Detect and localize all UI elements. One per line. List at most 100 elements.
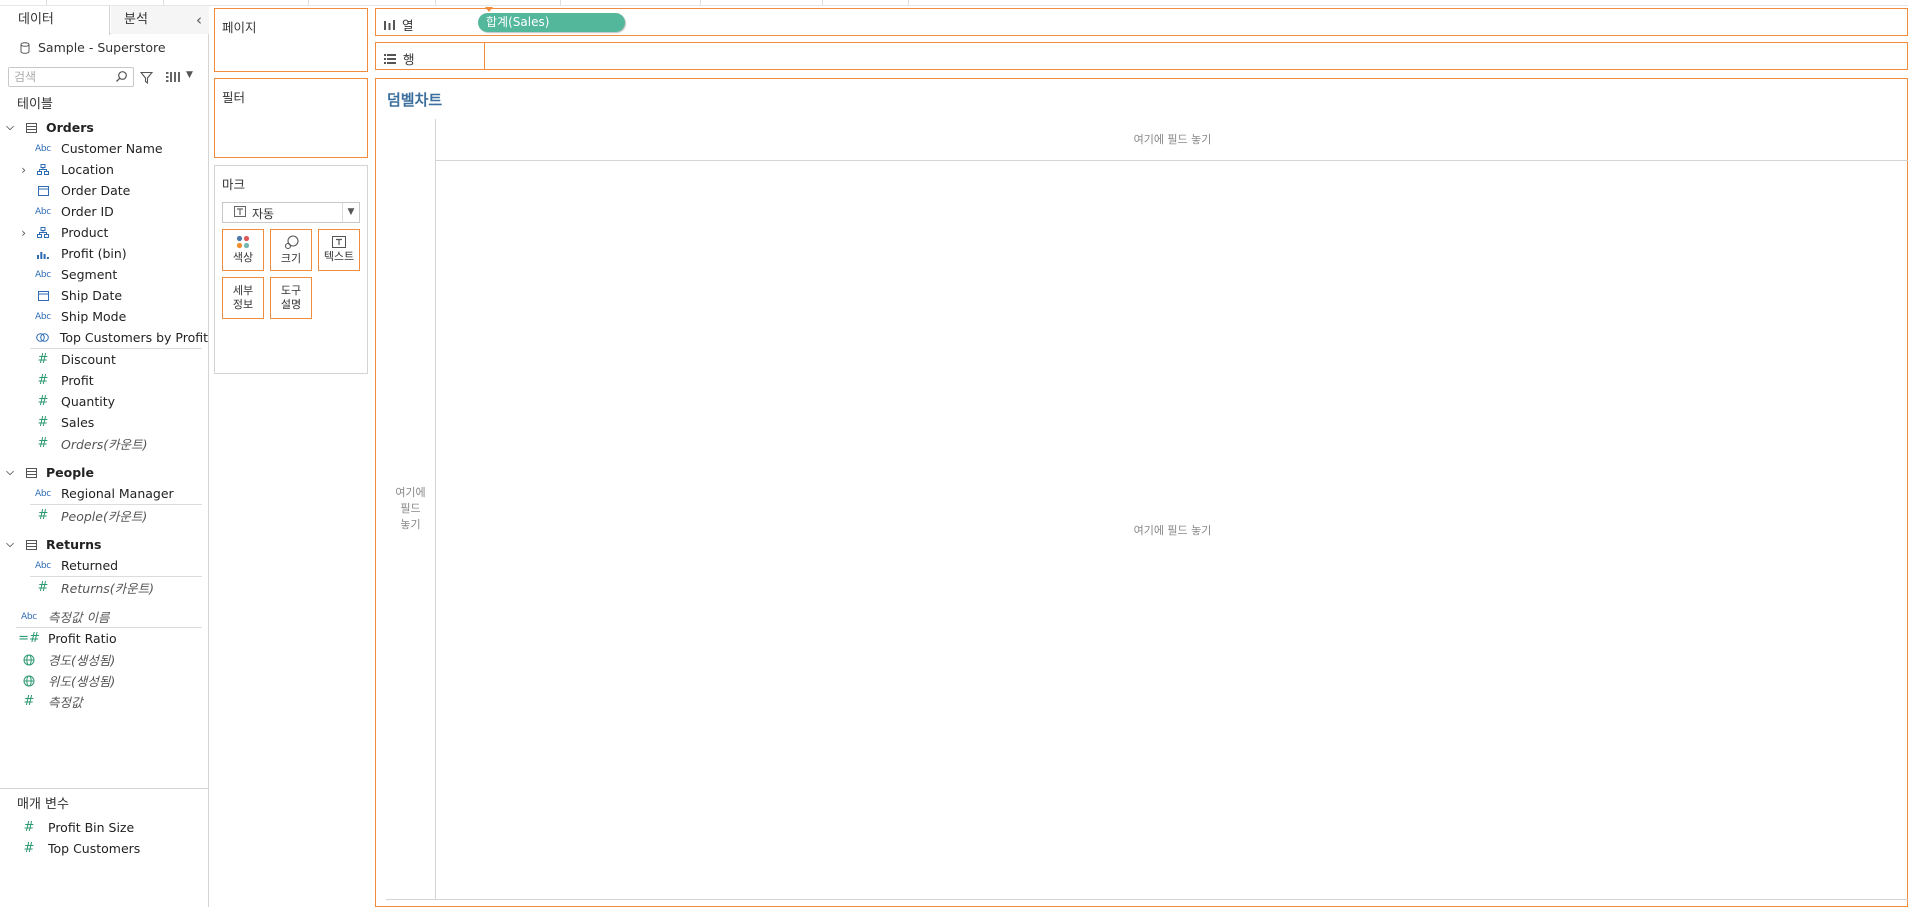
field-item[interactable]: # Quantity [0, 391, 208, 412]
field-item[interactable]: Top Customers by Profit [0, 327, 208, 348]
expand-icon[interactable]: › [0, 163, 30, 177]
field-item[interactable]: 경도(생성됨) [0, 649, 208, 670]
filters-card-title: 필터 [222, 90, 246, 105]
tab-analytics[interactable]: 분석 ‹ [111, 6, 209, 34]
parameters-list: # Profit Bin Size # Top Customers [0, 817, 208, 859]
size-button[interactable]: 크기 [270, 229, 312, 271]
field-item[interactable]: # Discount [0, 349, 208, 370]
field-name: Ship Date [61, 288, 123, 303]
view-drop-zone[interactable]: 여기에 필드 놓기 [436, 161, 1908, 899]
field-item[interactable]: =# Profit Ratio [0, 628, 208, 649]
globe-icon [23, 654, 35, 665]
rows-label: 행 [403, 52, 415, 67]
collapse-icon[interactable]: ⌵ [0, 467, 20, 478]
abc-icon: Abc [35, 269, 51, 280]
filters-card[interactable]: 필터 [214, 78, 368, 158]
field-item[interactable]: # Returns(카운트) [0, 577, 208, 598]
field-item[interactable]: Profit (bin) [0, 243, 208, 264]
view-dropdown-icon[interactable]: ▼ [186, 70, 193, 80]
view-toggle-icon[interactable] [166, 72, 180, 82]
abc-icon: Abc [35, 143, 51, 154]
field-type [16, 675, 42, 687]
hash-icon: # [23, 694, 35, 709]
field-item[interactable]: # Profit Bin Size [0, 817, 208, 838]
table-icon [25, 539, 37, 550]
columns-label: 열 [402, 18, 414, 33]
field-type: # [16, 694, 42, 709]
set-icon [35, 333, 49, 342]
field-item[interactable]: Abc Ship Mode [0, 306, 208, 327]
search-icon[interactable] [115, 70, 128, 83]
table-group-0[interactable]: ⌵ Orders [0, 117, 208, 138]
marks-card: 마크 자동 ▼ 색상 크기 텍스트 세부 정보 도구 설명 [214, 165, 368, 374]
field-item[interactable]: Abc Order ID [0, 201, 208, 222]
color-icon [236, 235, 250, 249]
field-item[interactable]: # Orders(카운트) [0, 433, 208, 454]
filter-icon[interactable] [140, 71, 153, 84]
field-item[interactable]: Order Date [0, 180, 208, 201]
color-button-label: 색상 [232, 251, 254, 264]
rows-shelf[interactable]: 행 [375, 42, 1908, 70]
field-type: # [30, 373, 56, 388]
field-item[interactable]: Abc Returned [0, 555, 208, 576]
field-item[interactable]: 위도(생성됨) [0, 670, 208, 691]
field-name: Regional Manager [61, 486, 174, 501]
expand-icon[interactable]: › [0, 226, 30, 240]
collapse-icon[interactable]: ⌵ [0, 122, 20, 133]
field-type: # [30, 352, 56, 367]
field-item[interactable]: # Profit [0, 370, 208, 391]
columns-drop-zone[interactable]: 여기에 필드 놓기 [436, 119, 1908, 161]
columns-shelf-label: 열 [384, 15, 414, 34]
calendar-icon [37, 186, 49, 196]
pages-card[interactable]: 페이지 [214, 8, 368, 72]
field-item[interactable]: # Sales [0, 412, 208, 433]
field-name: 경도(생성됨) [48, 653, 116, 668]
tooltip-button[interactable]: 도구 설명 [270, 277, 312, 319]
field-item[interactable]: # Top Customers [0, 838, 208, 859]
hash-icon: # [37, 352, 49, 367]
field-item[interactable]: # 측정값 [0, 691, 208, 712]
field-item[interactable]: Abc Segment [0, 264, 208, 285]
hash-icon: # [23, 820, 35, 835]
field-type: Abc [30, 144, 56, 154]
search-box[interactable] [8, 67, 134, 87]
field-item[interactable]: › Product [0, 222, 208, 243]
field-name: Sales [61, 415, 95, 430]
table-group-2[interactable]: ⌵ Returns [0, 534, 208, 555]
field-type [16, 654, 42, 666]
detail-button[interactable]: 세부 정보 [222, 277, 264, 319]
field-item[interactable]: Abc Customer Name [0, 138, 208, 159]
datasource-item[interactable]: Sample - Superstore [0, 34, 208, 62]
search-input[interactable] [9, 68, 109, 86]
field-name: Quantity [61, 394, 116, 409]
worksheet-title[interactable]: 덤벨차트 [387, 89, 442, 110]
field-name: 측정값 이름 [48, 610, 110, 625]
sum-sales-pill[interactable]: 합계(Sales) [478, 13, 625, 32]
field-type: # [30, 415, 56, 430]
text-button[interactable]: 텍스트 [318, 229, 360, 271]
field-item[interactable]: Abc Regional Manager [0, 483, 208, 504]
color-button[interactable]: 색상 [222, 229, 264, 271]
columns-shelf[interactable]: 열 합계(Sales) [375, 8, 1908, 36]
tab-data[interactable]: 데이터 [0, 6, 110, 35]
field-item[interactable]: › Location [0, 159, 208, 180]
field-item[interactable]: # People(카운트) [0, 505, 208, 526]
pane-tabs: 데이터 분석 ‹ [0, 6, 209, 35]
rows-drop-zone[interactable]: 여기에 필드 놓기 [386, 119, 436, 899]
field-item[interactable]: Abc 측정값 이름 [0, 606, 208, 627]
field-name: Profit [61, 373, 94, 388]
field-name: Discount [61, 352, 116, 367]
field-name: Segment [61, 267, 118, 282]
field-type [30, 290, 56, 301]
collapse-pane-icon[interactable]: ‹ [196, 6, 202, 34]
table-group-1[interactable]: ⌵ People [0, 462, 208, 483]
mark-type-dropdown[interactable]: 자동 ▼ [222, 202, 360, 223]
field-name: Product [61, 225, 109, 240]
abc-icon: Abc [21, 611, 37, 622]
table-name: People [46, 465, 94, 480]
collapse-icon[interactable]: ⌵ [0, 539, 20, 550]
tab-analytics-label: 분석 [124, 12, 148, 27]
top-strip [0, 0, 1908, 6]
field-name: Profit Bin Size [48, 820, 135, 835]
field-item[interactable]: Ship Date [0, 285, 208, 306]
